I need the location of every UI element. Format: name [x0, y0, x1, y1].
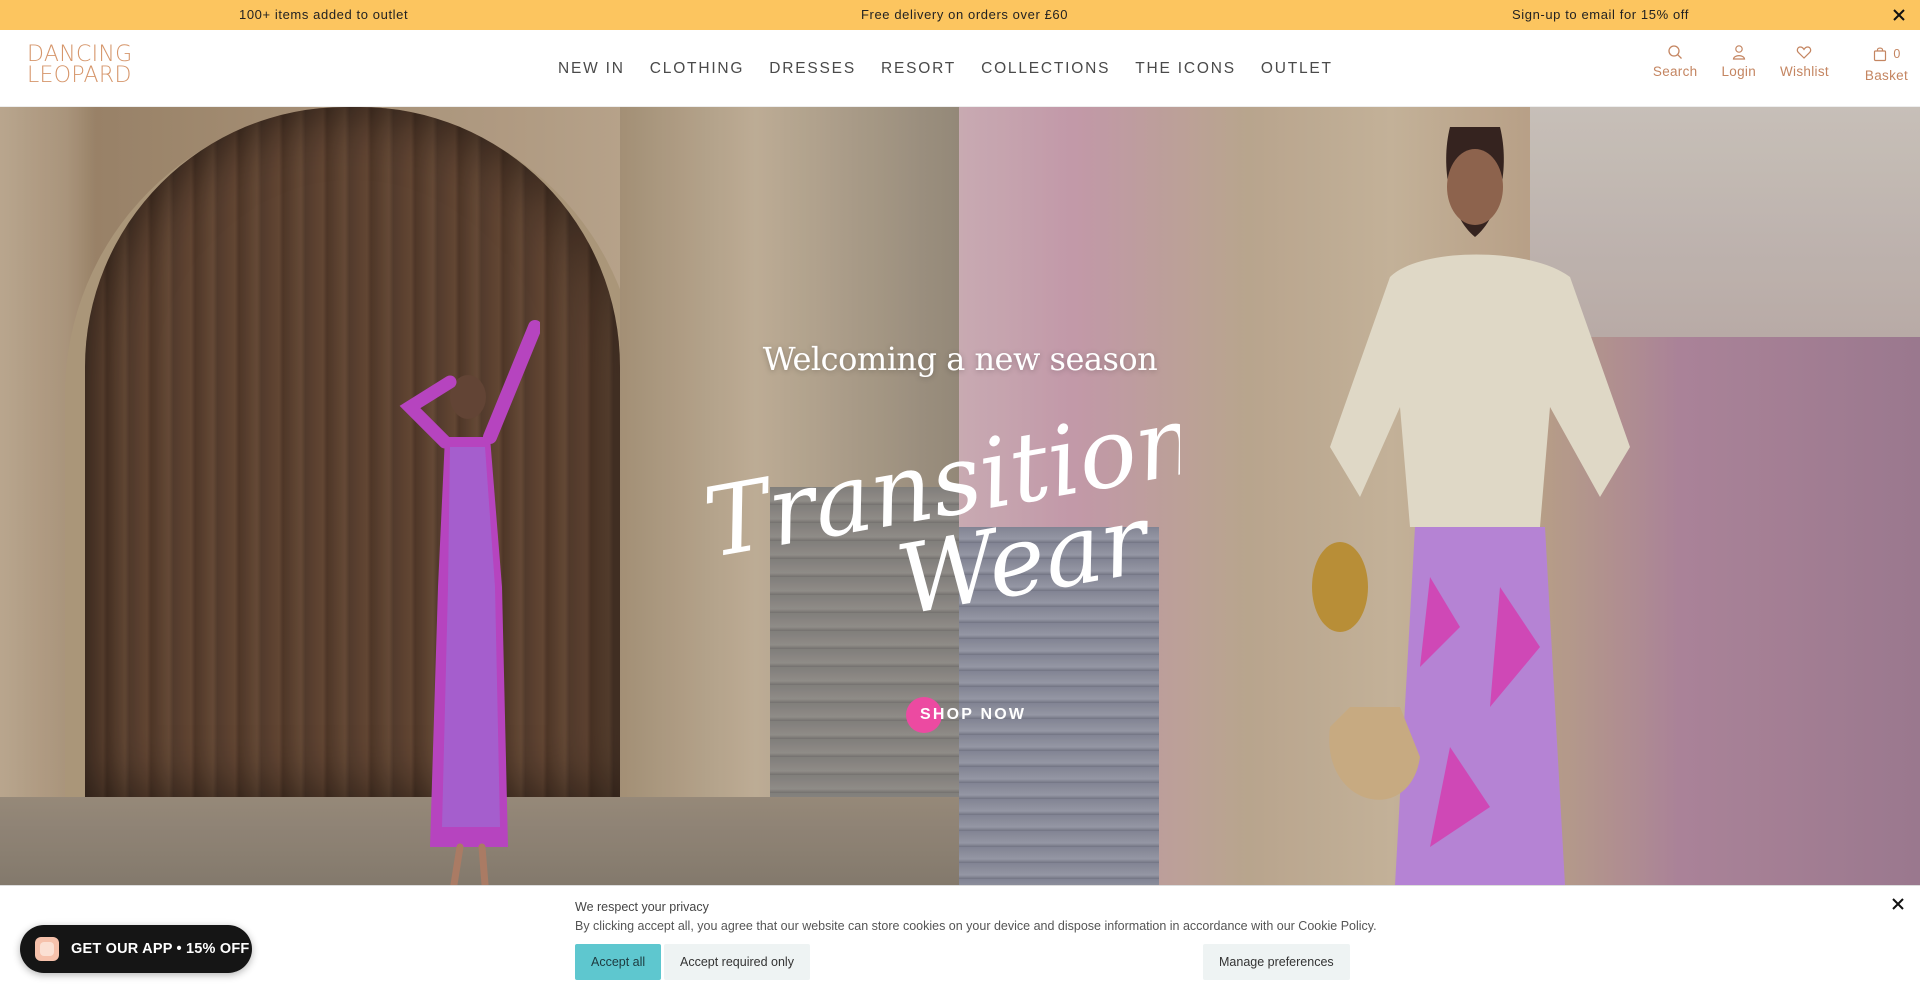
bag-icon	[1874, 47, 1887, 62]
get-app-button[interactable]: GET OUR APP • 15% OFF	[20, 925, 252, 973]
wishlist-button[interactable]: Wishlist	[1780, 44, 1829, 83]
basket-button[interactable]: 0 Basket	[1865, 44, 1908, 83]
search-label: Search	[1652, 64, 1698, 79]
logo-line-2: LEOPARD	[27, 63, 132, 88]
logo-line-1: DANCING	[27, 42, 133, 67]
basket-top: 0	[1872, 44, 1900, 64]
announcement-outlet[interactable]: 100+ items added to outlet	[239, 0, 408, 30]
manage-preferences-button[interactable]: Manage preferences	[1203, 944, 1350, 980]
shop-now-label: SHOP NOW	[920, 706, 1027, 723]
basket-count: 0	[1893, 47, 1901, 61]
close-icon[interactable]	[1890, 896, 1906, 912]
wishlist-label: Wishlist	[1780, 64, 1829, 79]
accept-all-button[interactable]: Accept all	[575, 944, 662, 980]
shop-now-button[interactable]: SHOP NOW	[906, 697, 1026, 733]
brand-logo[interactable]: DANCING LEOPARD	[27, 44, 133, 88]
close-icon[interactable]	[1890, 6, 1908, 24]
site-header: DANCING LEOPARD NEW IN CLOTHING DRESSES …	[0, 30, 1920, 107]
nav-the-icons[interactable]: THE ICONS	[1135, 60, 1236, 78]
hero-title-script: Transitional Wear	[696, 368, 1292, 637]
login-button[interactable]: Login	[1721, 44, 1756, 83]
cookie-title: We respect your privacy	[575, 900, 709, 914]
hero-subtitle: Welcoming a new season	[762, 340, 1158, 378]
cookie-banner: We respect your privacy By clicking acce…	[0, 885, 1920, 993]
search-icon	[1668, 45, 1683, 59]
nav-new-in[interactable]: NEW IN	[558, 60, 625, 78]
nav-outlet[interactable]: OUTLET	[1261, 60, 1333, 78]
announcement-bar: 100+ items added to outlet Free delivery…	[0, 0, 1920, 30]
cookie-text: By clicking accept all, you agree that o…	[575, 919, 1377, 933]
main-nav: NEW IN CLOTHING DRESSES RESORT COLLECTIO…	[558, 30, 1358, 107]
get-app-label: GET OUR APP • 15% OFF	[71, 941, 250, 957]
hero-banner[interactable]: Welcoming a new season Transitional Wear…	[0, 107, 1920, 885]
nav-clothing[interactable]: CLOTHING	[650, 60, 745, 78]
login-label: Login	[1721, 64, 1757, 79]
announcement-signup[interactable]: Sign-up to email for 15% off	[1512, 0, 1689, 30]
nav-resort[interactable]: RESORT	[881, 60, 956, 78]
search-button[interactable]: Search	[1653, 44, 1698, 83]
basket-label: Basket	[1864, 68, 1908, 83]
app-icon	[35, 937, 59, 961]
header-utilities: Search Login Wishlist 0 Basket	[1653, 44, 1908, 83]
accept-required-button[interactable]: Accept required only	[664, 944, 810, 980]
announcement-delivery[interactable]: Free delivery on orders over £60	[861, 0, 1068, 30]
user-icon	[1732, 45, 1745, 60]
heart-icon	[1797, 46, 1812, 59]
hero-title: Transitional Wear	[696, 368, 1292, 677]
nav-dresses[interactable]: DRESSES	[769, 60, 856, 78]
nav-collections[interactable]: COLLECTIONS	[981, 60, 1110, 78]
